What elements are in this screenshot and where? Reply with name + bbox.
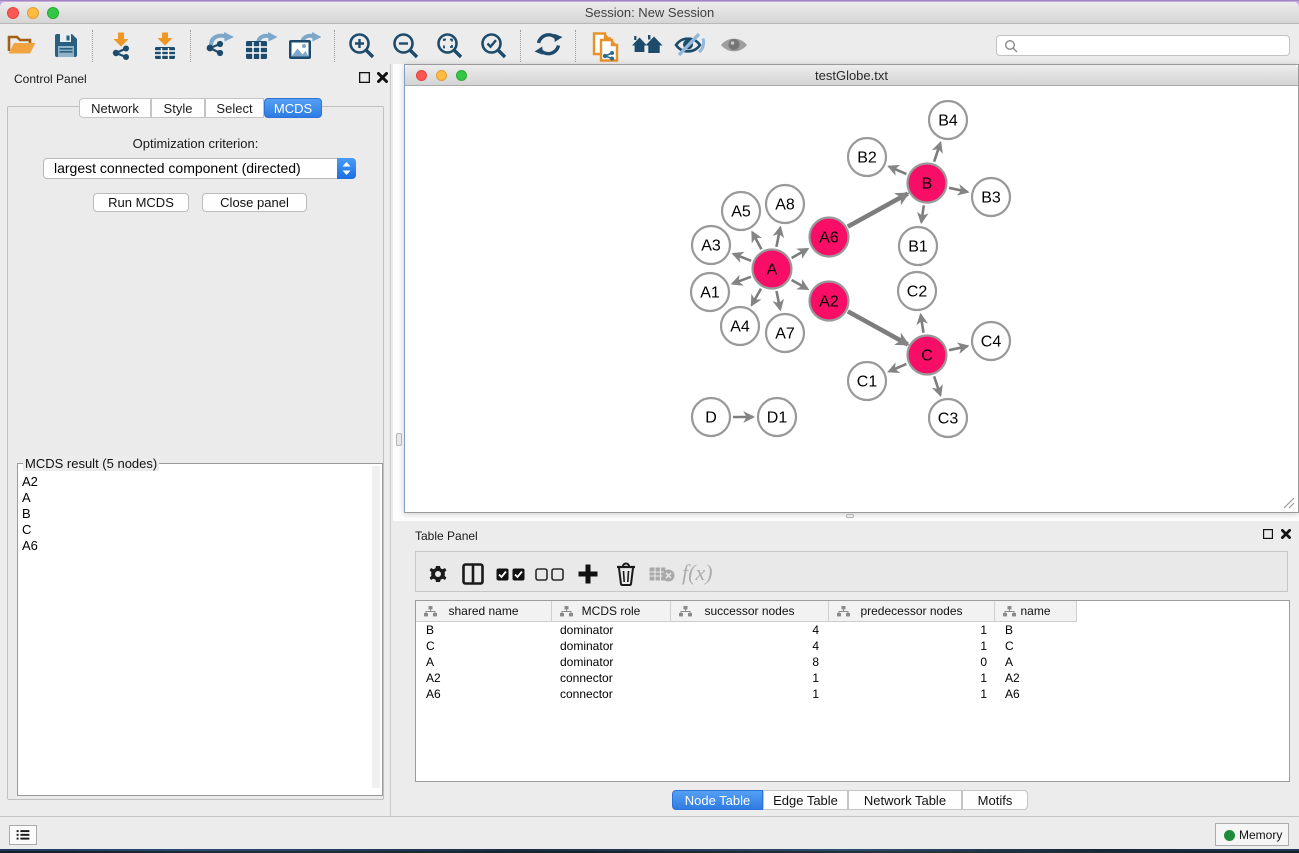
svg-text:A2: A2 [819, 294, 839, 311]
svg-text:A1: A1 [700, 285, 720, 302]
svg-text:B3: B3 [981, 190, 1001, 207]
svg-text:C4: C4 [981, 334, 1002, 351]
svg-text:C: C [921, 348, 933, 365]
svg-text:A5: A5 [731, 204, 751, 221]
svg-text:A7: A7 [775, 326, 795, 343]
svg-text:A3: A3 [701, 238, 721, 255]
svg-text:B4: B4 [938, 113, 958, 130]
svg-text:A6: A6 [819, 230, 839, 247]
svg-text:B: B [922, 176, 933, 193]
svg-text:A8: A8 [775, 197, 795, 214]
svg-text:A: A [767, 262, 778, 279]
svg-text:A4: A4 [730, 319, 750, 336]
svg-text:B1: B1 [908, 239, 928, 256]
svg-text:B2: B2 [857, 150, 877, 167]
svg-text:C3: C3 [938, 411, 959, 428]
svg-text:D: D [705, 410, 717, 427]
svg-text:D1: D1 [767, 410, 788, 427]
svg-text:C1: C1 [857, 374, 878, 391]
svg-text:C2: C2 [907, 284, 928, 301]
